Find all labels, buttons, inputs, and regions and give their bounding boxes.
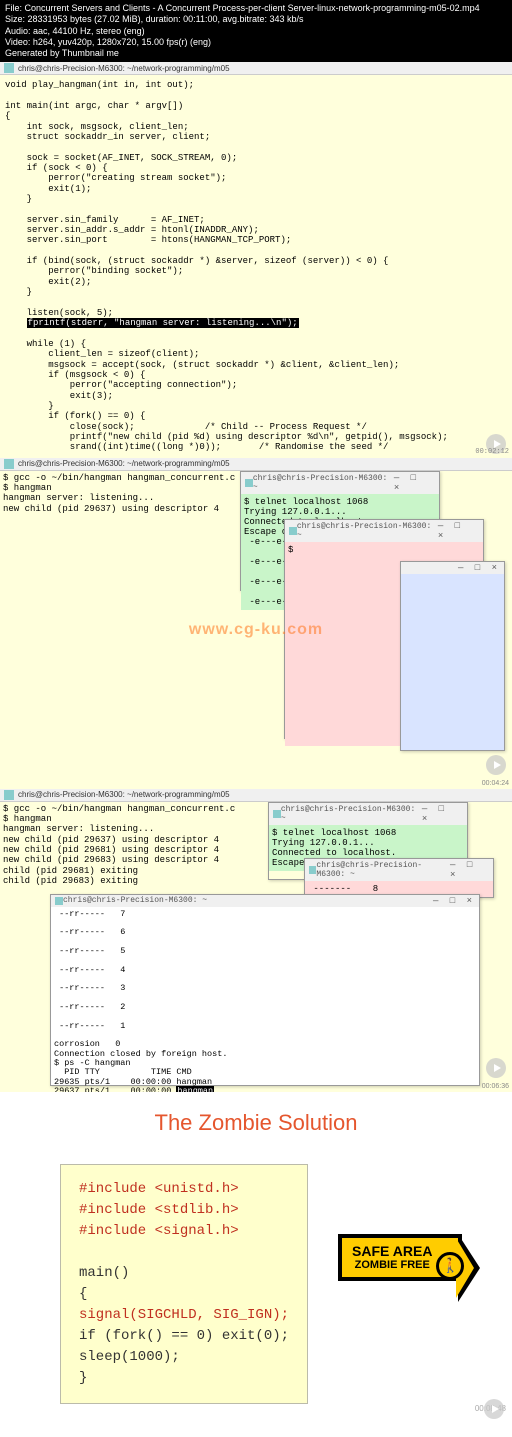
- code-line: {: [79, 1284, 289, 1305]
- code-editor-pane: void play_hangman(int in, int out); int …: [0, 75, 512, 457]
- editor-title: chris@chris-Precision-M6300: ~/network-p…: [18, 64, 230, 73]
- window-titlebar[interactable]: chris@chris-Precision-M6300: ~— □ ×: [241, 472, 439, 494]
- terminal-body: --rr----- 7 --rr----- 6 --rr----- 5 --rr…: [51, 907, 479, 1085]
- panel-2: $ gcc -o ~/bin/hangman hangman_concurren…: [0, 471, 512, 789]
- terminal-icon: [4, 459, 14, 469]
- window-title: chris@chris-Precision-M6300: ~: [316, 861, 450, 879]
- panel2-title: chris@chris-Precision-M6300: ~/network-p…: [18, 459, 230, 468]
- main-telnet-window[interactable]: chris@chris-Precision-M6300: ~ — □ × --rr…: [50, 894, 480, 1086]
- include-line: #include <stdlib.h>: [79, 1200, 289, 1221]
- watermark: www.cg-ku.com: [189, 621, 323, 639]
- panel3-titlebar: chris@chris-Precision-M6300: ~/network-p…: [0, 789, 512, 802]
- terminal-window-3[interactable]: — □ ×: [400, 561, 505, 751]
- code-highlighted-line: fprintf(stderr, "hangman server: listeni…: [5, 318, 507, 328]
- terminal-icon: [245, 479, 253, 487]
- sign-line-2: ZOMBIE FREE: [352, 1259, 432, 1271]
- include-line: #include <signal.h>: [79, 1221, 289, 1242]
- code-line: main(): [79, 1263, 289, 1284]
- window-titlebar[interactable]: — □ ×: [401, 562, 504, 574]
- panel2-titlebar: chris@chris-Precision-M6300: ~/network-p…: [0, 458, 512, 471]
- zombie-slide: The Zombie Solution #include <unistd.h> …: [0, 1092, 512, 1437]
- window-titlebar[interactable]: chris@chris-Precision-M6300: ~— □ ×: [285, 520, 483, 542]
- code-line: sleep(1000);: [79, 1347, 289, 1368]
- server-log: $ gcc -o ~/bin/hangman hangman_concurren…: [3, 804, 235, 887]
- play-button[interactable]: [486, 755, 506, 775]
- code-block: void play_hangman(int in, int out); int …: [5, 80, 507, 318]
- video-metadata: File: Concurrent Servers and Clients - A…: [0, 0, 512, 62]
- meta-file: File: Concurrent Servers and Clients - A…: [5, 3, 507, 14]
- editor-titlebar: chris@chris-Precision-M6300: ~/network-p…: [0, 62, 512, 75]
- session-output: --rr----- 7 --rr----- 6 --rr----- 5 --rr…: [54, 909, 227, 1092]
- window-titlebar[interactable]: chris@chris-Precision-M6300: ~ — □ ×: [51, 895, 479, 907]
- play-button[interactable]: [486, 1058, 506, 1078]
- timestamp: 00:08:48: [0, 1404, 512, 1413]
- window-controls[interactable]: — □ ×: [394, 473, 435, 493]
- window-title: chris@chris-Precision-M6300: ~: [253, 474, 394, 492]
- server-output: $ gcc -o ~/bin/hangman hangman_concurren…: [3, 804, 235, 887]
- include-line: #include <unistd.h>: [79, 1179, 289, 1200]
- server-output: $ gcc -o ~/bin/hangman hangman_concurren…: [3, 473, 235, 514]
- terminal-body: [401, 574, 504, 750]
- safe-area-sign: SAFE AREA ZOMBIE FREE 🚶: [338, 1234, 462, 1281]
- prompt: $: [288, 545, 480, 555]
- window-title: chris@chris-Precision-M6300: ~: [281, 805, 422, 823]
- meta-gen: Generated by Thumbnail me: [5, 48, 507, 59]
- terminal-icon: [4, 63, 14, 73]
- walker-icon: 🚶: [436, 1252, 464, 1280]
- slide-title: The Zombie Solution: [0, 1110, 512, 1136]
- terminal-window-pink[interactable]: chris@chris-Precision-M6300: ~— □ × ----…: [304, 858, 494, 898]
- terminal-icon: [309, 866, 316, 874]
- server-log: $ gcc -o ~/bin/hangman hangman_concurren…: [3, 473, 235, 514]
- window-controls[interactable]: — □ ×: [433, 896, 475, 906]
- window-title: chris@chris-Precision-M6300: ~: [63, 896, 207, 905]
- play-button[interactable]: [484, 1399, 504, 1419]
- slide-body: #include <unistd.h> #include <stdlib.h> …: [0, 1164, 512, 1404]
- terminal-icon: [55, 897, 63, 905]
- meta-size: Size: 28331953 bytes (27.02 MiB), durati…: [5, 14, 507, 25]
- window-title: chris@chris-Precision-M6300: ~: [297, 522, 438, 540]
- window-controls[interactable]: — □ ×: [438, 521, 479, 541]
- hangman-state: ------- 8: [308, 884, 490, 894]
- meta-video: Video: h264, yuv420p, 1280x720, 15.00 fp…: [5, 37, 507, 48]
- code-block-2: while (1) { client_len = sizeof(client);…: [5, 329, 507, 453]
- terminal-icon: [273, 810, 281, 818]
- code-line: }: [79, 1368, 289, 1389]
- panel-3: $ gcc -o ~/bin/hangman hangman_concurren…: [0, 802, 512, 1092]
- window-controls[interactable]: — □ ×: [450, 860, 489, 880]
- window-controls[interactable]: — □ ×: [458, 563, 500, 573]
- window-titlebar[interactable]: chris@chris-Precision-M6300: ~— □ ×: [305, 859, 493, 881]
- window-titlebar[interactable]: chris@chris-Precision-M6300: ~— □ ×: [269, 803, 467, 825]
- code-line: if (fork() == 0) exit(0);: [79, 1326, 289, 1347]
- terminal-icon: [4, 790, 14, 800]
- panel3-title: chris@chris-Precision-M6300: ~/network-p…: [18, 790, 230, 799]
- sign-line-1: SAFE AREA: [352, 1244, 432, 1259]
- code-sample: #include <unistd.h> #include <stdlib.h> …: [60, 1164, 308, 1404]
- meta-audio: Audio: aac, 44100 Hz, stereo (eng): [5, 26, 507, 37]
- timestamp: 00:04:24: [482, 780, 509, 787]
- terminal-icon: [289, 527, 297, 535]
- timestamp: 00:06:36: [482, 1083, 509, 1090]
- timestamp: 00:02:12: [475, 448, 509, 456]
- signal-line: signal(SIGCHLD, SIG_IGN);: [79, 1305, 289, 1326]
- window-controls[interactable]: — □ ×: [422, 804, 463, 824]
